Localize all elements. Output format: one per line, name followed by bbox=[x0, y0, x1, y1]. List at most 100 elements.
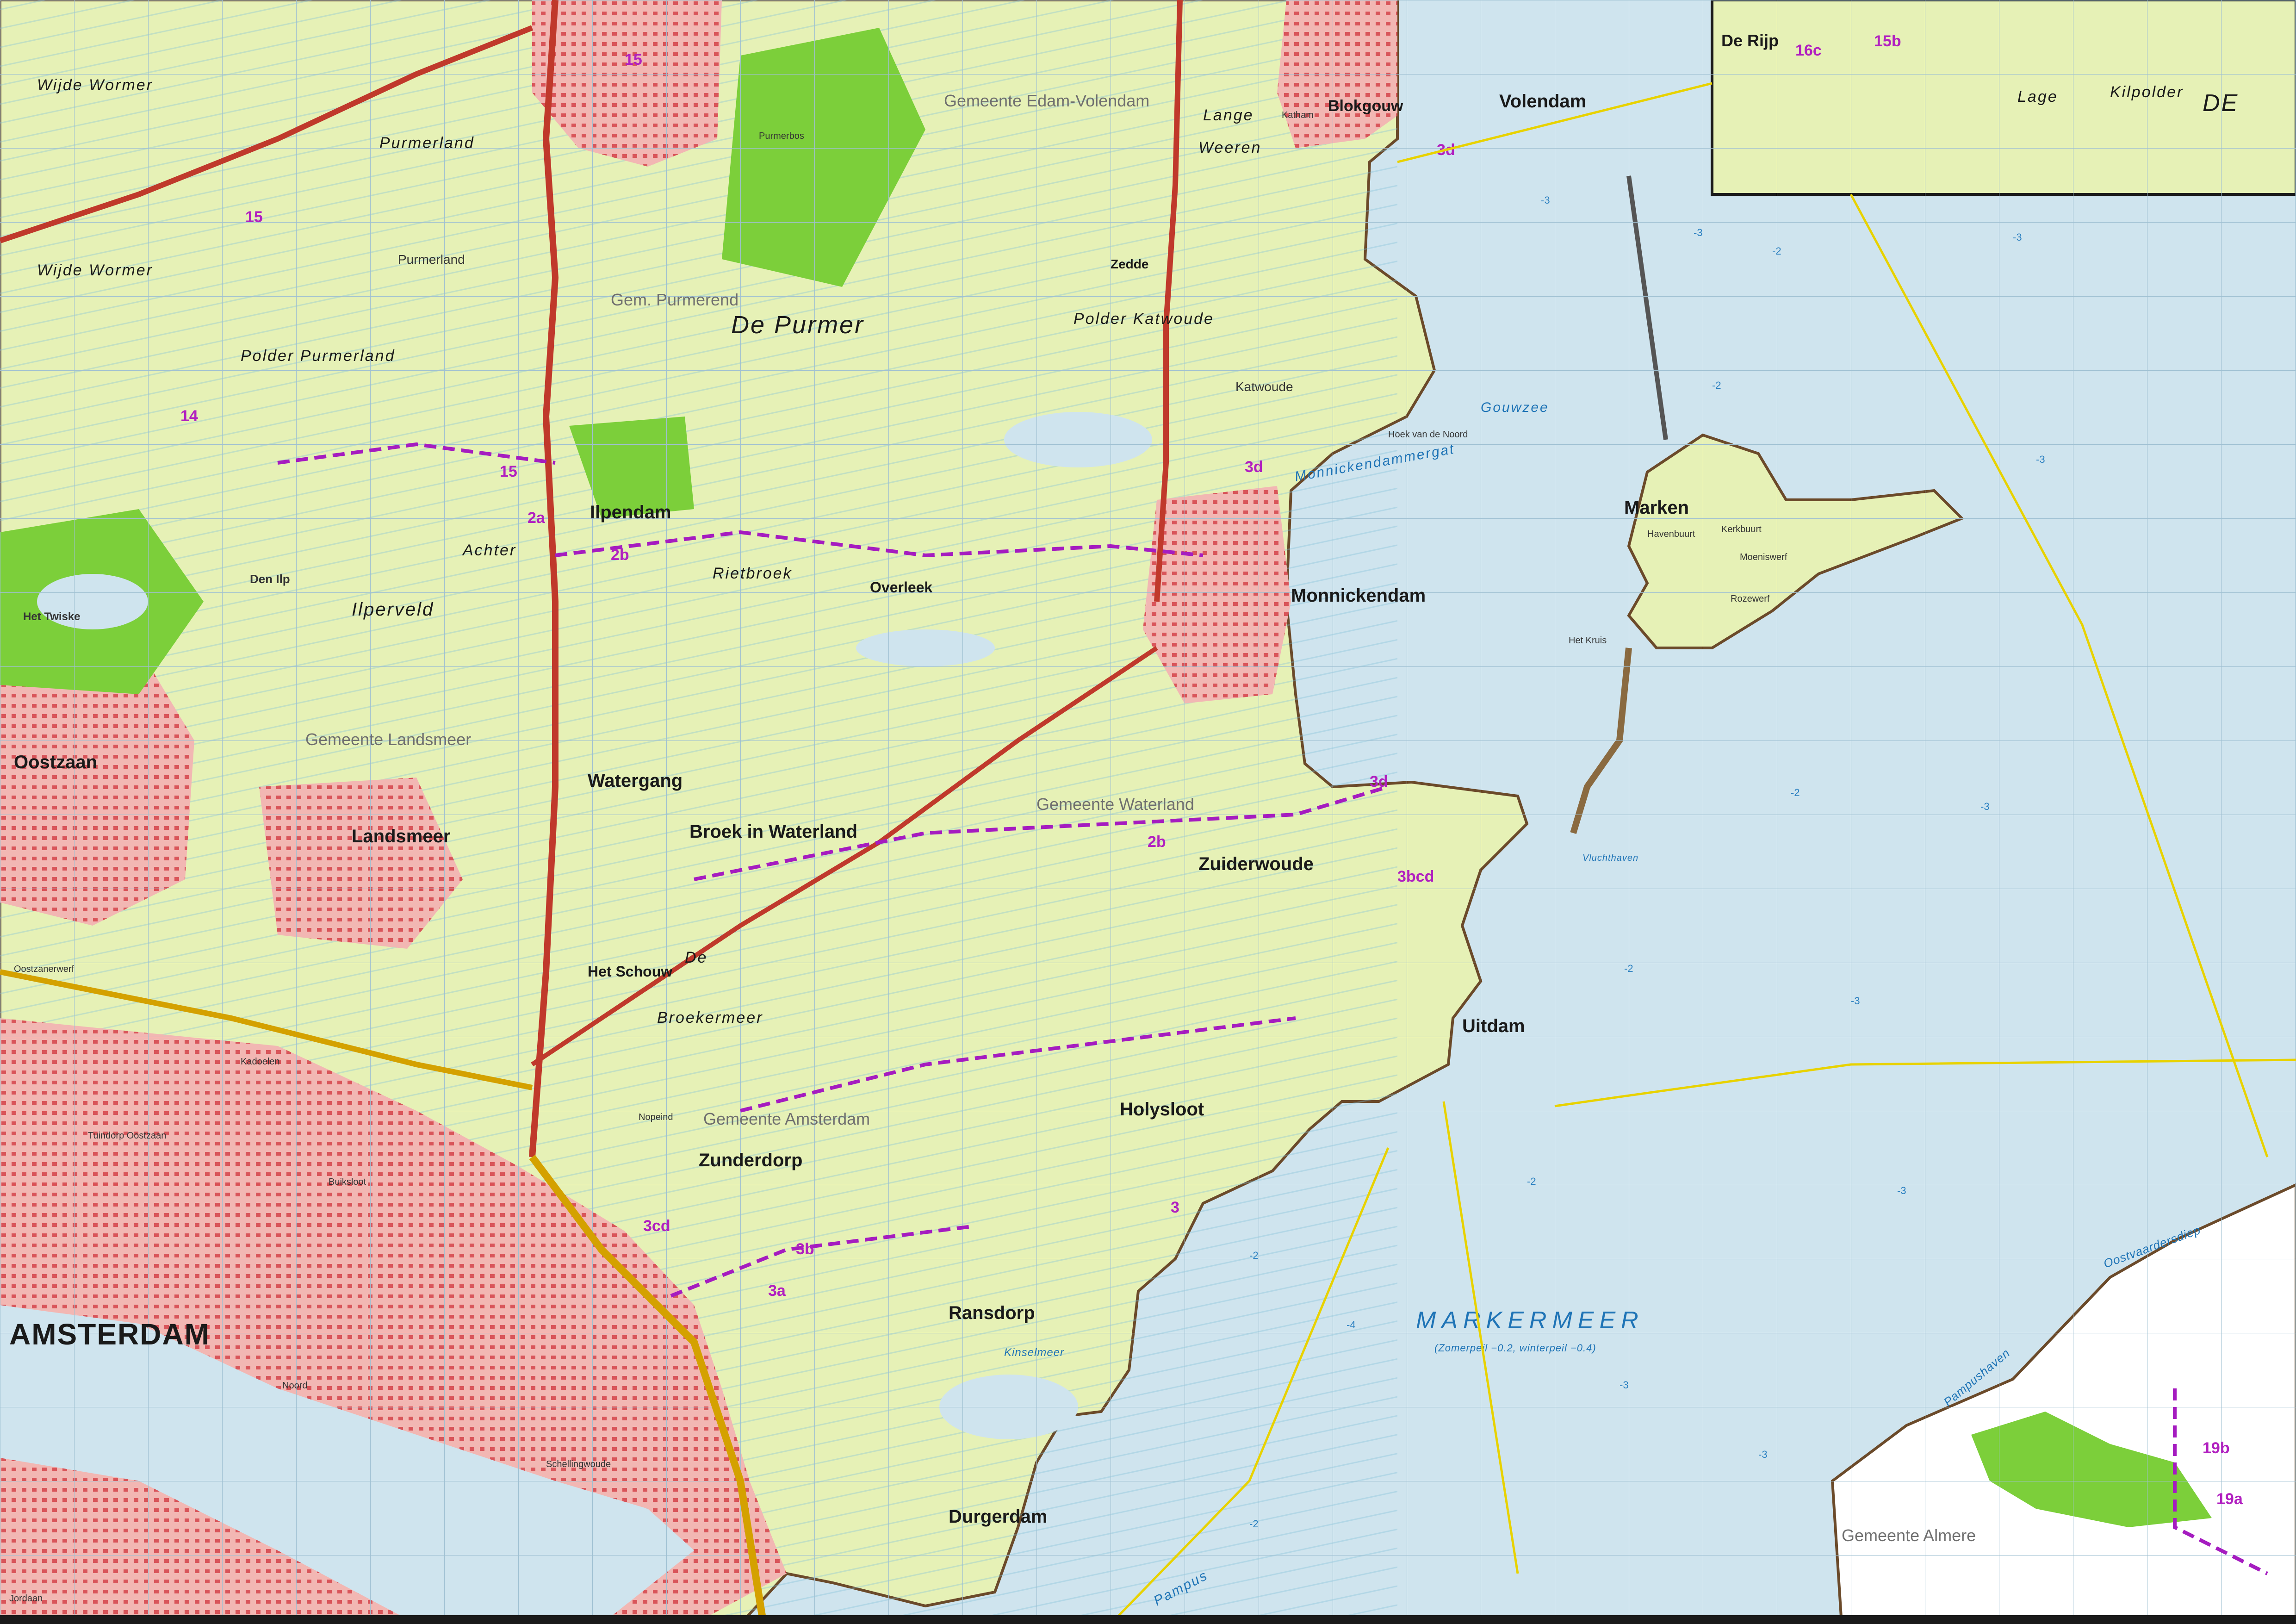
town-watergang[interactable]: Watergang bbox=[588, 771, 683, 791]
depth-label: -3 bbox=[1980, 801, 1990, 812]
municipality-edam-volendam: Gemeente Edam-Volendam bbox=[944, 91, 1149, 110]
town-holysloot[interactable]: Holysloot bbox=[1120, 1099, 1204, 1120]
route-label: 15b bbox=[1874, 32, 1901, 50]
depth-label: -2 bbox=[1791, 787, 1800, 798]
place-label: Nopeind bbox=[639, 1112, 673, 1122]
polder-katwoude: Polder Katwoude bbox=[1074, 310, 1214, 328]
town-zunderdorp[interactable]: Zunderdorp bbox=[699, 1150, 802, 1170]
town-monnickendam[interactable]: Monnickendam bbox=[1291, 585, 1426, 606]
town-ilpendam[interactable]: Ilpendam bbox=[590, 502, 671, 523]
place-label: Kadoelen bbox=[241, 1057, 280, 1067]
route-label: 3a bbox=[768, 1282, 786, 1300]
route-label: 2b bbox=[611, 546, 629, 564]
depth-label: -4 bbox=[1347, 1319, 1356, 1331]
place-label: Katham bbox=[1282, 110, 1314, 120]
town-purmerland[interactable]: Purmerland bbox=[398, 252, 465, 267]
route-label: 15 bbox=[245, 208, 263, 226]
depth-label: -3 bbox=[1694, 227, 1703, 238]
place-label: Noord bbox=[282, 1381, 307, 1391]
town-de-rijp[interactable]: De Rijp bbox=[1721, 31, 1779, 50]
route-label: 19a bbox=[2216, 1490, 2243, 1508]
route-label: 3d bbox=[1370, 773, 1388, 790]
depth-label: -2 bbox=[1772, 245, 1781, 257]
municipality-almere: Gemeente Almere bbox=[1842, 1526, 1976, 1545]
town-landsmeer[interactable]: Landsmeer bbox=[352, 826, 450, 846]
place-label: Tuindorp Oostzaan bbox=[88, 1131, 166, 1141]
polder-de-purmer: De Purmer bbox=[731, 311, 864, 339]
place-label: Jordaan bbox=[9, 1593, 43, 1604]
municipality-amsterdam: Gemeente Amsterdam bbox=[703, 1109, 870, 1128]
municipality-purmerend: Gem. Purmerend bbox=[611, 290, 738, 309]
town-het-schouw[interactable]: Het Schouw bbox=[588, 963, 672, 980]
town-marken[interactable]: Marken bbox=[1624, 498, 1689, 518]
polder-kilpolder: Kilpolder bbox=[2110, 83, 2184, 101]
water-markermeer: MARKERMEER bbox=[1416, 1307, 1644, 1334]
polder-achter: Achter bbox=[462, 541, 516, 559]
polder-purmerland-2: Polder Purmerland bbox=[241, 347, 395, 365]
town-blokgouw[interactable]: Blokgouw bbox=[1328, 97, 1403, 115]
town-durgerdam[interactable]: Durgerdam bbox=[949, 1506, 1047, 1527]
place-label: Vluchthaven bbox=[1582, 853, 1638, 863]
polder-lage: Lage bbox=[2017, 88, 2058, 106]
place-label: Buiksloot bbox=[329, 1177, 366, 1187]
town-volendam[interactable]: Volendam bbox=[1499, 91, 1586, 112]
place-label: Rozewerf bbox=[1731, 594, 1770, 604]
route-label: 15 bbox=[625, 51, 642, 68]
route-label: 15 bbox=[500, 463, 517, 480]
polder-wijde-wormer-2: Wijde Wormer bbox=[37, 261, 153, 279]
depth-label: -2 bbox=[1527, 1176, 1536, 1187]
place-label: Moeniswerf bbox=[1740, 552, 1787, 562]
town-oostzaan[interactable]: Oostzaan bbox=[14, 752, 97, 772]
place-label: Havenbuurt bbox=[1647, 529, 1695, 539]
city-amsterdam[interactable]: AMSTERDAM bbox=[9, 1318, 210, 1351]
route-label: 2a bbox=[527, 509, 546, 527]
depth-label: -3 bbox=[1851, 995, 1860, 1007]
depth-label: -2 bbox=[1249, 1518, 1259, 1530]
polder-rietbroek: Rietbroek bbox=[713, 565, 793, 582]
polder-wijde-wormer: Wijde Wormer bbox=[37, 76, 153, 94]
town-zuiderwoude[interactable]: Zuiderwoude bbox=[1198, 854, 1314, 874]
depth-label: -3 bbox=[1541, 194, 1550, 206]
route-label: 16c bbox=[1795, 42, 1822, 59]
place-label: Hoek van de Noord bbox=[1388, 429, 1468, 440]
polder-lange: Lange bbox=[1203, 106, 1254, 124]
municipality-waterland: Gemeente Waterland bbox=[1036, 795, 1194, 814]
place-label: Kinselmeer bbox=[1004, 1346, 1064, 1359]
municipality-landsmeer: Gemeente Landsmeer bbox=[305, 730, 471, 749]
water-markermeer-note: (Zomerpeil −0.2, winterpeil −0.4) bbox=[1434, 1342, 1596, 1354]
route-label: 19b bbox=[2203, 1439, 2230, 1457]
route-label: 3 bbox=[1171, 1199, 1179, 1216]
route-label: 2b bbox=[1148, 833, 1166, 851]
depth-label: -3 bbox=[2036, 454, 2045, 465]
water-gouwzee: Gouwzee bbox=[1481, 400, 1549, 415]
town-katwoude[interactable]: Katwoude bbox=[1235, 380, 1293, 394]
depth-label: -2 bbox=[1624, 963, 1633, 974]
town-ransdorp[interactable]: Ransdorp bbox=[949, 1303, 1035, 1323]
route-label: 3b bbox=[796, 1240, 814, 1258]
depth-label: -3 bbox=[1620, 1379, 1629, 1391]
route-label: 3d bbox=[1245, 458, 1263, 476]
depth-label: -3 bbox=[1897, 1185, 1906, 1196]
place-label: Het Twiske bbox=[23, 610, 81, 623]
polder-de-2: DE bbox=[2203, 90, 2239, 117]
place-label: Den Ilp bbox=[250, 572, 290, 586]
town-broek-in-waterland[interactable]: Broek in Waterland bbox=[689, 821, 857, 842]
map-frame-bottom bbox=[0, 1615, 2296, 1624]
depth-label: -3 bbox=[2013, 231, 2022, 243]
place-label: Het Kruis bbox=[1569, 635, 1607, 646]
topographic-map[interactable]: Volendam Monnickendam Marken Ilpendam La… bbox=[0, 0, 2296, 1624]
route-label: 3cd bbox=[643, 1217, 670, 1235]
town-zedde[interactable]: Zedde bbox=[1111, 257, 1148, 271]
polder-broekermeer: Broekermeer bbox=[657, 1009, 763, 1027]
polder-weeren: Weeren bbox=[1198, 139, 1261, 156]
place-label: Schellingwoude bbox=[546, 1459, 611, 1469]
town-uitdam[interactable]: Uitdam bbox=[1462, 1016, 1525, 1036]
polder-ilperveld: Ilperveld bbox=[352, 599, 434, 620]
town-overleek[interactable]: Overleek bbox=[870, 579, 932, 596]
depth-label: -3 bbox=[1758, 1449, 1768, 1460]
route-label: 14 bbox=[180, 407, 198, 425]
polder-de: De bbox=[685, 949, 707, 966]
route-label: 3bcd bbox=[1397, 868, 1434, 885]
depth-label: -2 bbox=[1712, 380, 1721, 391]
place-label: Oostzanerwerf bbox=[14, 964, 74, 974]
